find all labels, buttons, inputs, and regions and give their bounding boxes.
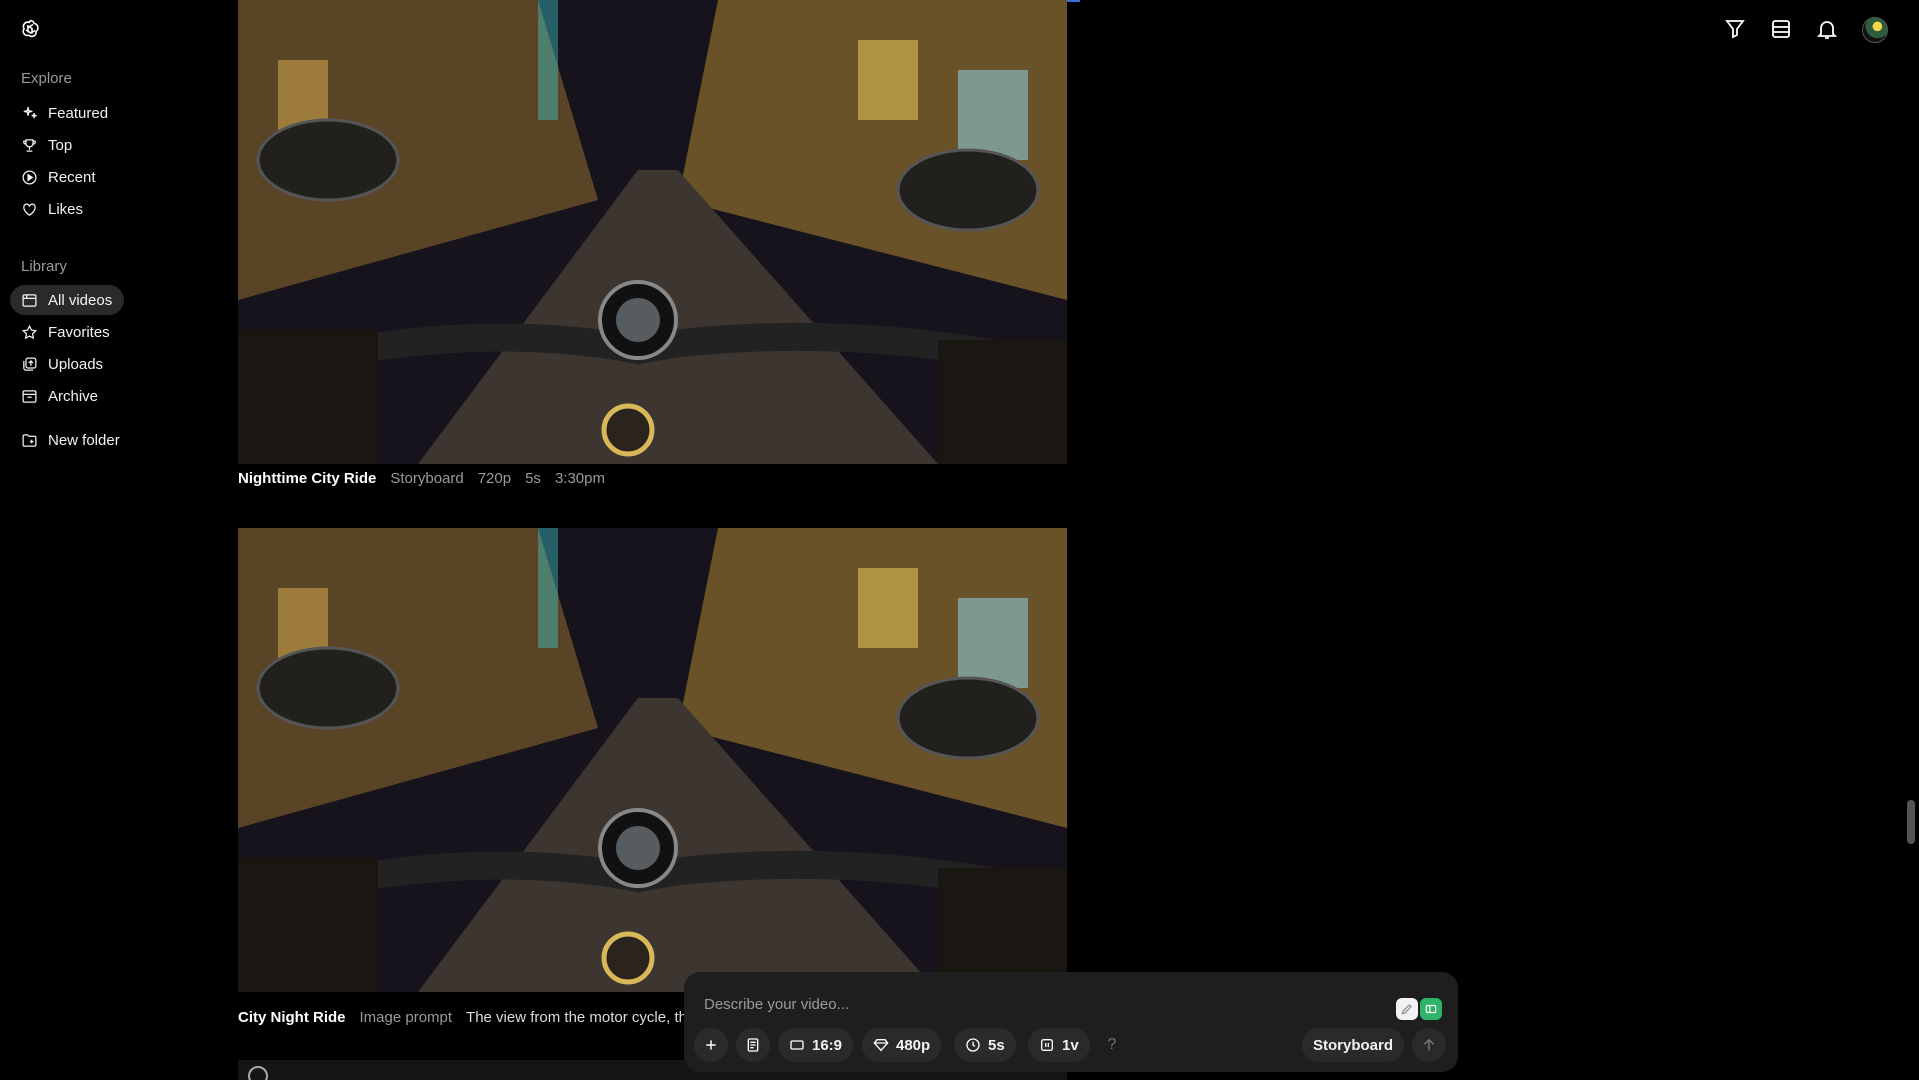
app: Explore Featured Top Recent Likes Librar… — [0, 0, 1919, 1080]
video-type: Storyboard — [390, 469, 464, 487]
diamond-icon — [873, 1039, 889, 1052]
bell-icon[interactable] — [1815, 17, 1841, 43]
clock-icon — [966, 1038, 980, 1052]
sidebar-item-label: Favorites — [48, 323, 110, 341]
video-title[interactable]: City Night Ride — [238, 1009, 346, 1026]
filter-icon[interactable] — [1723, 17, 1749, 43]
sidebar-item-label: Archive — [48, 387, 99, 405]
sidebar: Explore Featured Top Recent Likes Librar… — [0, 0, 200, 1080]
duration-button[interactable]: 5s — [954, 1028, 1016, 1062]
video-time: 3:30pm — [554, 469, 605, 487]
folder-plus-icon — [22, 433, 37, 447]
grid-icon — [22, 293, 37, 307]
avatar[interactable] — [1862, 17, 1888, 43]
variations-label: 1v — [1062, 1036, 1079, 1054]
sidebar-item-label: All videos — [48, 291, 113, 309]
sidebar-item-uploads[interactable]: Uploads — [10, 349, 124, 379]
submit-button[interactable] — [1412, 1028, 1446, 1062]
resolution-label: 480p — [896, 1036, 931, 1054]
sidebar-item-archive[interactable]: Archive — [10, 381, 124, 411]
duration-label: 5s — [988, 1036, 1005, 1054]
describe-video-input[interactable] — [702, 992, 1306, 1016]
openai-logo-icon[interactable] — [18, 17, 42, 41]
sparkle-icon — [23, 106, 37, 118]
document-icon — [747, 1038, 759, 1052]
pencil-icon[interactable] — [1396, 998, 1418, 1020]
sidebar-item-likes[interactable]: Likes — [10, 194, 124, 224]
video-resolution: 720p — [477, 469, 512, 487]
sidebar-item-featured[interactable]: Featured — [10, 98, 124, 128]
variations-icon — [1041, 1039, 1053, 1051]
video-prompt: The view from the motor cycle, the — [466, 1008, 696, 1026]
resolution-button[interactable]: 480p — [862, 1028, 942, 1062]
video-duration: 5s — [525, 469, 541, 487]
sidebar-item-all-videos[interactable]: All videos — [10, 285, 124, 315]
storyboard-button[interactable]: Storyboard — [1301, 1028, 1404, 1062]
composer: 16:9 480p 5s 1v ? Storyboard — [684, 972, 1458, 1072]
video-thumbnail[interactable] — [238, 0, 1067, 464]
storyboard-icon[interactable] — [1420, 998, 1442, 1020]
sidebar-item-label: Uploads — [48, 355, 104, 373]
add-button[interactable] — [694, 1028, 728, 1062]
mode-toggle[interactable] — [1396, 998, 1444, 1022]
library-heading: Library — [21, 258, 67, 275]
explore-heading: Explore — [21, 70, 72, 87]
star-icon — [21, 324, 38, 339]
trophy-icon — [23, 138, 36, 152]
motorcycle-night-scene — [238, 528, 1067, 992]
sidebar-item-top[interactable]: Top — [10, 130, 124, 160]
archive-icon — [22, 389, 37, 403]
new-folder-label: New folder — [48, 431, 120, 449]
sidebar-item-favorites[interactable]: Favorites — [10, 317, 124, 347]
sidebar-item-label: Featured — [48, 104, 109, 122]
variations-button[interactable]: 1v — [1028, 1028, 1090, 1062]
video-card[interactable]: Nighttime City Ride Storyboard 720p 5s 3… — [238, 0, 1067, 492]
storyboard-label: Storyboard — [1312, 1036, 1393, 1054]
arrow-up-icon — [1423, 1038, 1435, 1051]
presets-button[interactable] — [736, 1028, 770, 1062]
sidebar-item-label: Recent — [48, 168, 96, 186]
scrollbar-thumb[interactable] — [1907, 800, 1915, 844]
video-title[interactable]: Nighttime City Ride — [238, 470, 376, 487]
sidebar-item-label: Top — [48, 136, 73, 154]
heart-icon — [23, 203, 36, 216]
video-card[interactable]: City Night Ride Image prompt The view fr… — [238, 528, 1067, 1042]
aspect-ratio-button[interactable]: 16:9 — [778, 1028, 854, 1062]
info-icon — [248, 1066, 268, 1080]
video-meta: Nighttime City Ride Storyboard 720p 5s 3… — [238, 464, 1067, 492]
plus-icon — [706, 1040, 716, 1050]
video-type: Image prompt — [359, 1008, 453, 1026]
uploads-icon — [23, 356, 37, 371]
scrollbar[interactable] — [1903, 0, 1919, 1080]
list-icon[interactable] — [1769, 17, 1795, 43]
sidebar-item-recent[interactable]: Recent — [10, 162, 124, 192]
new-folder-button[interactable]: New folder — [10, 425, 124, 455]
video-thumbnail[interactable] — [238, 528, 1067, 992]
aspect-ratio-label: 16:9 — [812, 1036, 843, 1054]
motorcycle-night-scene — [238, 0, 1067, 464]
play-circle-icon — [22, 169, 37, 185]
sidebar-item-label: Likes — [48, 200, 84, 218]
help-button[interactable]: ? — [1095, 1028, 1129, 1062]
aspect-ratio-icon — [790, 1040, 804, 1050]
